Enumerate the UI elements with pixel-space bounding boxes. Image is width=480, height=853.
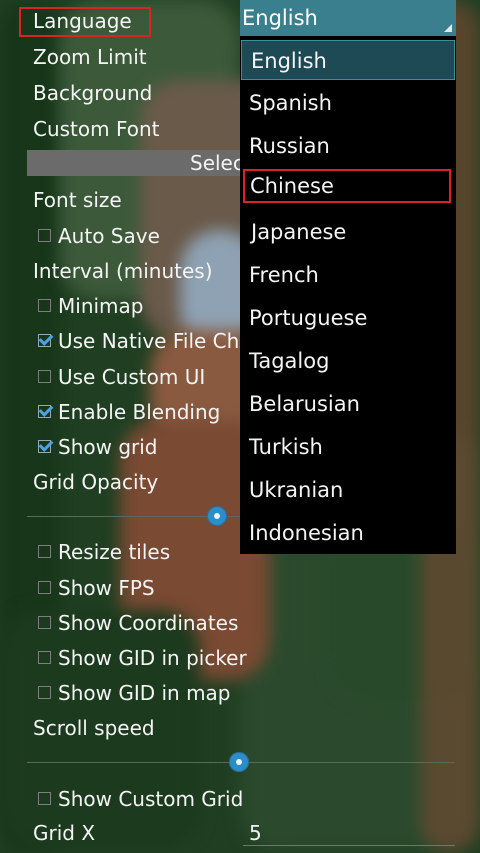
- language-select-value: English: [242, 6, 318, 30]
- auto-save-label: Auto Save: [58, 224, 160, 248]
- language-option-turkish[interactable]: Turkish: [240, 427, 456, 467]
- resize-tiles-checkbox[interactable]: [38, 545, 51, 558]
- show-gid-map-checkbox[interactable]: [38, 686, 51, 699]
- font-size-label: Font size: [33, 188, 122, 212]
- language-option-tagalog[interactable]: Tagalog: [240, 341, 456, 381]
- language-option-portuguese[interactable]: Portuguese: [240, 298, 456, 338]
- language-option-ukranian[interactable]: Ukranian: [240, 470, 456, 510]
- background-label: Background: [33, 81, 153, 105]
- minimap-checkbox[interactable]: [38, 299, 51, 312]
- show-coordinates-checkbox-row[interactable]: Show Coordinates: [38, 608, 238, 638]
- grid-opacity-slider-knob[interactable]: [207, 506, 227, 526]
- show-custom-grid-label: Show Custom Grid: [58, 787, 244, 811]
- show-fps-checkbox[interactable]: [38, 581, 51, 594]
- grid-opacity-label: Grid Opacity: [33, 470, 159, 494]
- grid-x-label: Grid X: [33, 821, 96, 845]
- zoom-limit-label: Zoom Limit: [33, 45, 147, 69]
- scroll-speed-slider-knob[interactable]: [229, 752, 249, 772]
- show-gid-picker-label: Show GID in picker: [58, 646, 247, 670]
- native-file-chooser-checkbox[interactable]: [38, 334, 51, 347]
- show-grid-checkbox-row[interactable]: Show grid: [38, 432, 158, 462]
- language-dropdown-list: English Spanish Russian Chinese Japanese…: [240, 36, 456, 554]
- show-custom-grid-checkbox-row[interactable]: Show Custom Grid: [38, 784, 243, 814]
- interval-label: Interval (minutes): [33, 259, 213, 283]
- language-select[interactable]: English: [240, 0, 456, 36]
- language-option-japanese[interactable]: Japanese: [240, 212, 456, 252]
- show-gid-picker-checkbox-row[interactable]: Show GID in picker: [38, 643, 247, 673]
- minimap-checkbox-row[interactable]: Minimap: [38, 291, 143, 321]
- language-option-french[interactable]: French: [240, 255, 456, 295]
- dropdown-arrow-icon: [444, 24, 452, 32]
- show-fps-checkbox-row[interactable]: Show FPS: [38, 573, 155, 603]
- show-custom-grid-checkbox[interactable]: [38, 792, 51, 805]
- enable-blending-label: Enable Blending: [58, 400, 221, 424]
- show-grid-checkbox[interactable]: [38, 440, 51, 453]
- language-option-belarusian[interactable]: Belarusian: [240, 384, 456, 424]
- grid-x-input[interactable]: 5: [243, 820, 455, 846]
- auto-save-checkbox[interactable]: [38, 229, 51, 242]
- custom-font-label: Custom Font: [33, 117, 160, 141]
- enable-blending-checkbox-row[interactable]: Enable Blending: [38, 397, 220, 427]
- native-file-chooser-checkbox-row[interactable]: Use Native File Ch: [38, 326, 239, 356]
- native-file-chooser-label: Use Native File Ch: [58, 329, 240, 353]
- enable-blending-checkbox[interactable]: [38, 405, 51, 418]
- auto-save-checkbox-row[interactable]: Auto Save: [38, 221, 160, 251]
- select-font-button[interactable]: Selec: [27, 150, 267, 176]
- resize-tiles-checkbox-row[interactable]: Resize tiles: [38, 537, 170, 567]
- custom-ui-checkbox-row[interactable]: Use Custom UI: [38, 362, 205, 392]
- select-font-button-label: Selec: [190, 151, 244, 175]
- language-option-russian[interactable]: Russian: [240, 126, 456, 166]
- minimap-label: Minimap: [58, 294, 144, 318]
- custom-ui-checkbox[interactable]: [38, 370, 51, 383]
- language-option-spanish[interactable]: Spanish: [240, 83, 456, 123]
- show-gid-picker-checkbox[interactable]: [38, 651, 51, 664]
- language-option-indonesian[interactable]: Indonesian: [240, 513, 456, 553]
- language-option-chinese[interactable]: Chinese: [243, 169, 451, 203]
- show-grid-label: Show grid: [58, 435, 158, 459]
- show-coordinates-checkbox[interactable]: [38, 616, 51, 629]
- resize-tiles-label: Resize tiles: [58, 540, 171, 564]
- language-option-english[interactable]: English: [241, 40, 455, 80]
- show-fps-label: Show FPS: [58, 576, 155, 600]
- show-gid-map-checkbox-row[interactable]: Show GID in map: [38, 678, 231, 708]
- language-label: Language: [33, 9, 132, 33]
- show-coordinates-label: Show Coordinates: [58, 611, 239, 635]
- show-gid-map-label: Show GID in map: [58, 681, 231, 705]
- custom-ui-label: Use Custom UI: [58, 365, 206, 389]
- scroll-speed-label: Scroll speed: [33, 716, 155, 740]
